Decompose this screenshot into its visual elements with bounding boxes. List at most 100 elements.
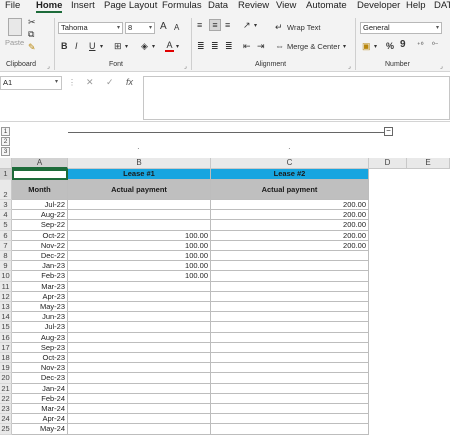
lease2-payment-cell[interactable]: 200.00	[211, 200, 369, 211]
menu-data[interactable]: Data	[208, 0, 228, 13]
month-cell[interactable]: Nov-22	[12, 240, 68, 251]
lease1-payment-cell[interactable]: 100.00	[68, 261, 211, 272]
row-header[interactable]: 6	[0, 230, 12, 241]
lease2-payment-cell[interactable]: 200.00	[211, 210, 369, 221]
font-name-select[interactable]: Tahoma ▾	[58, 22, 123, 34]
menu-formulas[interactable]: Formulas	[162, 0, 202, 13]
lease2-payment-cell[interactable]	[211, 353, 369, 364]
row-header[interactable]: 18	[0, 353, 12, 364]
alignment-launcher-icon[interactable]: ⌟	[348, 63, 351, 70]
outline-level-3[interactable]: 3	[1, 147, 10, 156]
row-header[interactable]: 14	[0, 312, 12, 323]
month-cell[interactable]: Jul-23	[12, 322, 68, 333]
lease1-payment-cell[interactable]	[68, 373, 211, 384]
lease2-payment-cell[interactable]: 200.00	[211, 240, 369, 251]
align-top-icon[interactable]: ≡	[197, 20, 202, 30]
align-left-icon[interactable]: ≣	[197, 41, 205, 51]
number-launcher-icon[interactable]: ⌟	[440, 63, 443, 70]
lease2-payment-cell[interactable]	[211, 312, 369, 323]
menu-view[interactable]: View	[276, 0, 296, 13]
lease1-payment-cell[interactable]	[68, 281, 211, 292]
month-cell[interactable]: May-24	[12, 424, 68, 435]
italic-button[interactable]: I	[75, 41, 78, 51]
bold-button[interactable]: B	[61, 41, 68, 51]
format-painter-icon[interactable]: ✎	[28, 42, 36, 52]
cancel-icon[interactable]: ✕	[86, 77, 94, 88]
month-cell[interactable]: Aug-22	[12, 210, 68, 221]
lease2-payment-cell[interactable]	[211, 281, 369, 292]
lease1-payment-cell[interactable]: 100.00	[68, 230, 211, 241]
lease2-payment-cell[interactable]	[211, 424, 369, 435]
row-header[interactable]: 19	[0, 363, 12, 374]
row-header[interactable]: 16	[0, 332, 12, 343]
borders-icon[interactable]: ⊞	[114, 41, 122, 51]
col-header-e[interactable]: E	[407, 158, 450, 169]
row-header[interactable]: 9	[0, 261, 12, 272]
increase-decimal-icon[interactable]: ⁺⁰	[417, 41, 424, 51]
row-header[interactable]: 7	[0, 240, 12, 251]
lease2-payment-cell[interactable]	[211, 291, 369, 302]
lease1-payment-cell[interactable]: 100.00	[68, 271, 211, 282]
lease2-payment-cell[interactable]	[211, 363, 369, 374]
formula-input[interactable]	[143, 76, 450, 120]
lease1-payment-cell[interactable]	[68, 342, 211, 353]
lease2-payment-cell[interactable]	[211, 414, 369, 425]
month-cell[interactable]: Oct-22	[12, 230, 68, 241]
wrap-text-button[interactable]: Wrap Text	[287, 23, 321, 33]
month-cell[interactable]: Apr-24	[12, 414, 68, 425]
menu-page-layout[interactable]: Page Layout	[104, 0, 157, 13]
month-cell[interactable]: Jul-22	[12, 200, 68, 211]
month-cell[interactable]: Feb-24	[12, 393, 68, 404]
menu-automate[interactable]: Automate	[306, 0, 347, 13]
lease1-payment-cell[interactable]	[68, 312, 211, 323]
lease1-payment-cell[interactable]	[68, 383, 211, 394]
row-header[interactable]: 15	[0, 322, 12, 333]
wrap-text-icon[interactable]: ↵	[275, 22, 283, 32]
row-header[interactable]: 8	[0, 251, 12, 262]
menu-dat[interactable]: DAT	[434, 0, 450, 13]
row-header[interactable]: 20	[0, 373, 12, 384]
lease2-payment-cell[interactable]	[211, 332, 369, 343]
actual-payment-header-1[interactable]: Actual payment	[68, 180, 211, 200]
number-format-select[interactable]: General ▾	[360, 22, 442, 34]
lease1-payment-cell[interactable]	[68, 302, 211, 313]
lease1-payment-cell[interactable]	[68, 220, 211, 231]
merge-center-icon[interactable]: ⇔	[275, 41, 284, 51]
select-all-corner[interactable]	[0, 158, 12, 169]
actual-payment-header-2[interactable]: Actual payment	[211, 180, 369, 200]
fill-color-icon[interactable]: ◈	[141, 41, 148, 51]
lease1-payment-cell[interactable]	[68, 200, 211, 211]
row-header[interactable]: 25	[0, 424, 12, 435]
outline-level-1[interactable]: 1	[1, 127, 10, 136]
lease1-payment-cell[interactable]	[68, 393, 211, 404]
row-header[interactable]: 23	[0, 404, 12, 415]
lease2-payment-cell[interactable]	[211, 271, 369, 282]
lease1-payment-cell[interactable]	[68, 414, 211, 425]
lease1-payment-cell[interactable]	[68, 291, 211, 302]
decrease-indent-icon[interactable]: ⇤	[243, 41, 251, 51]
chevron-down-icon[interactable]: ▾	[55, 78, 58, 85]
month-cell[interactable]: Sep-23	[12, 342, 68, 353]
menu-help[interactable]: Help	[406, 0, 426, 13]
lease2-payment-cell[interactable]: 200.00	[211, 220, 369, 231]
font-launcher-icon[interactable]: ⌟	[184, 63, 187, 70]
lease1-header[interactable]: Lease #1	[68, 169, 211, 180]
month-cell[interactable]: Apr-23	[12, 291, 68, 302]
row-header[interactable]: 10	[0, 271, 12, 282]
enter-icon[interactable]: ✓	[106, 77, 114, 88]
align-right-icon[interactable]: ≣	[225, 41, 233, 51]
month-cell[interactable]: Aug-23	[12, 332, 68, 343]
align-middle-icon[interactable]: ≡	[209, 19, 221, 31]
grow-font-icon[interactable]: A	[160, 22, 167, 32]
month-header[interactable]: Month	[12, 180, 68, 200]
font-color-icon[interactable]: A	[165, 40, 174, 52]
row-header[interactable]: 2	[0, 180, 12, 200]
month-cell[interactable]: Feb-23	[12, 271, 68, 282]
underline-button[interactable]: U	[89, 41, 96, 51]
currency-icon[interactable]: ▣	[362, 41, 371, 51]
row-header[interactable]: 3	[0, 200, 12, 211]
clipboard-launcher-icon[interactable]: ⌟	[47, 63, 50, 70]
chevron-down-icon[interactable]: ▾	[152, 42, 155, 52]
chevron-down-icon[interactable]: ▾	[100, 42, 103, 52]
month-cell[interactable]: Oct-23	[12, 353, 68, 364]
